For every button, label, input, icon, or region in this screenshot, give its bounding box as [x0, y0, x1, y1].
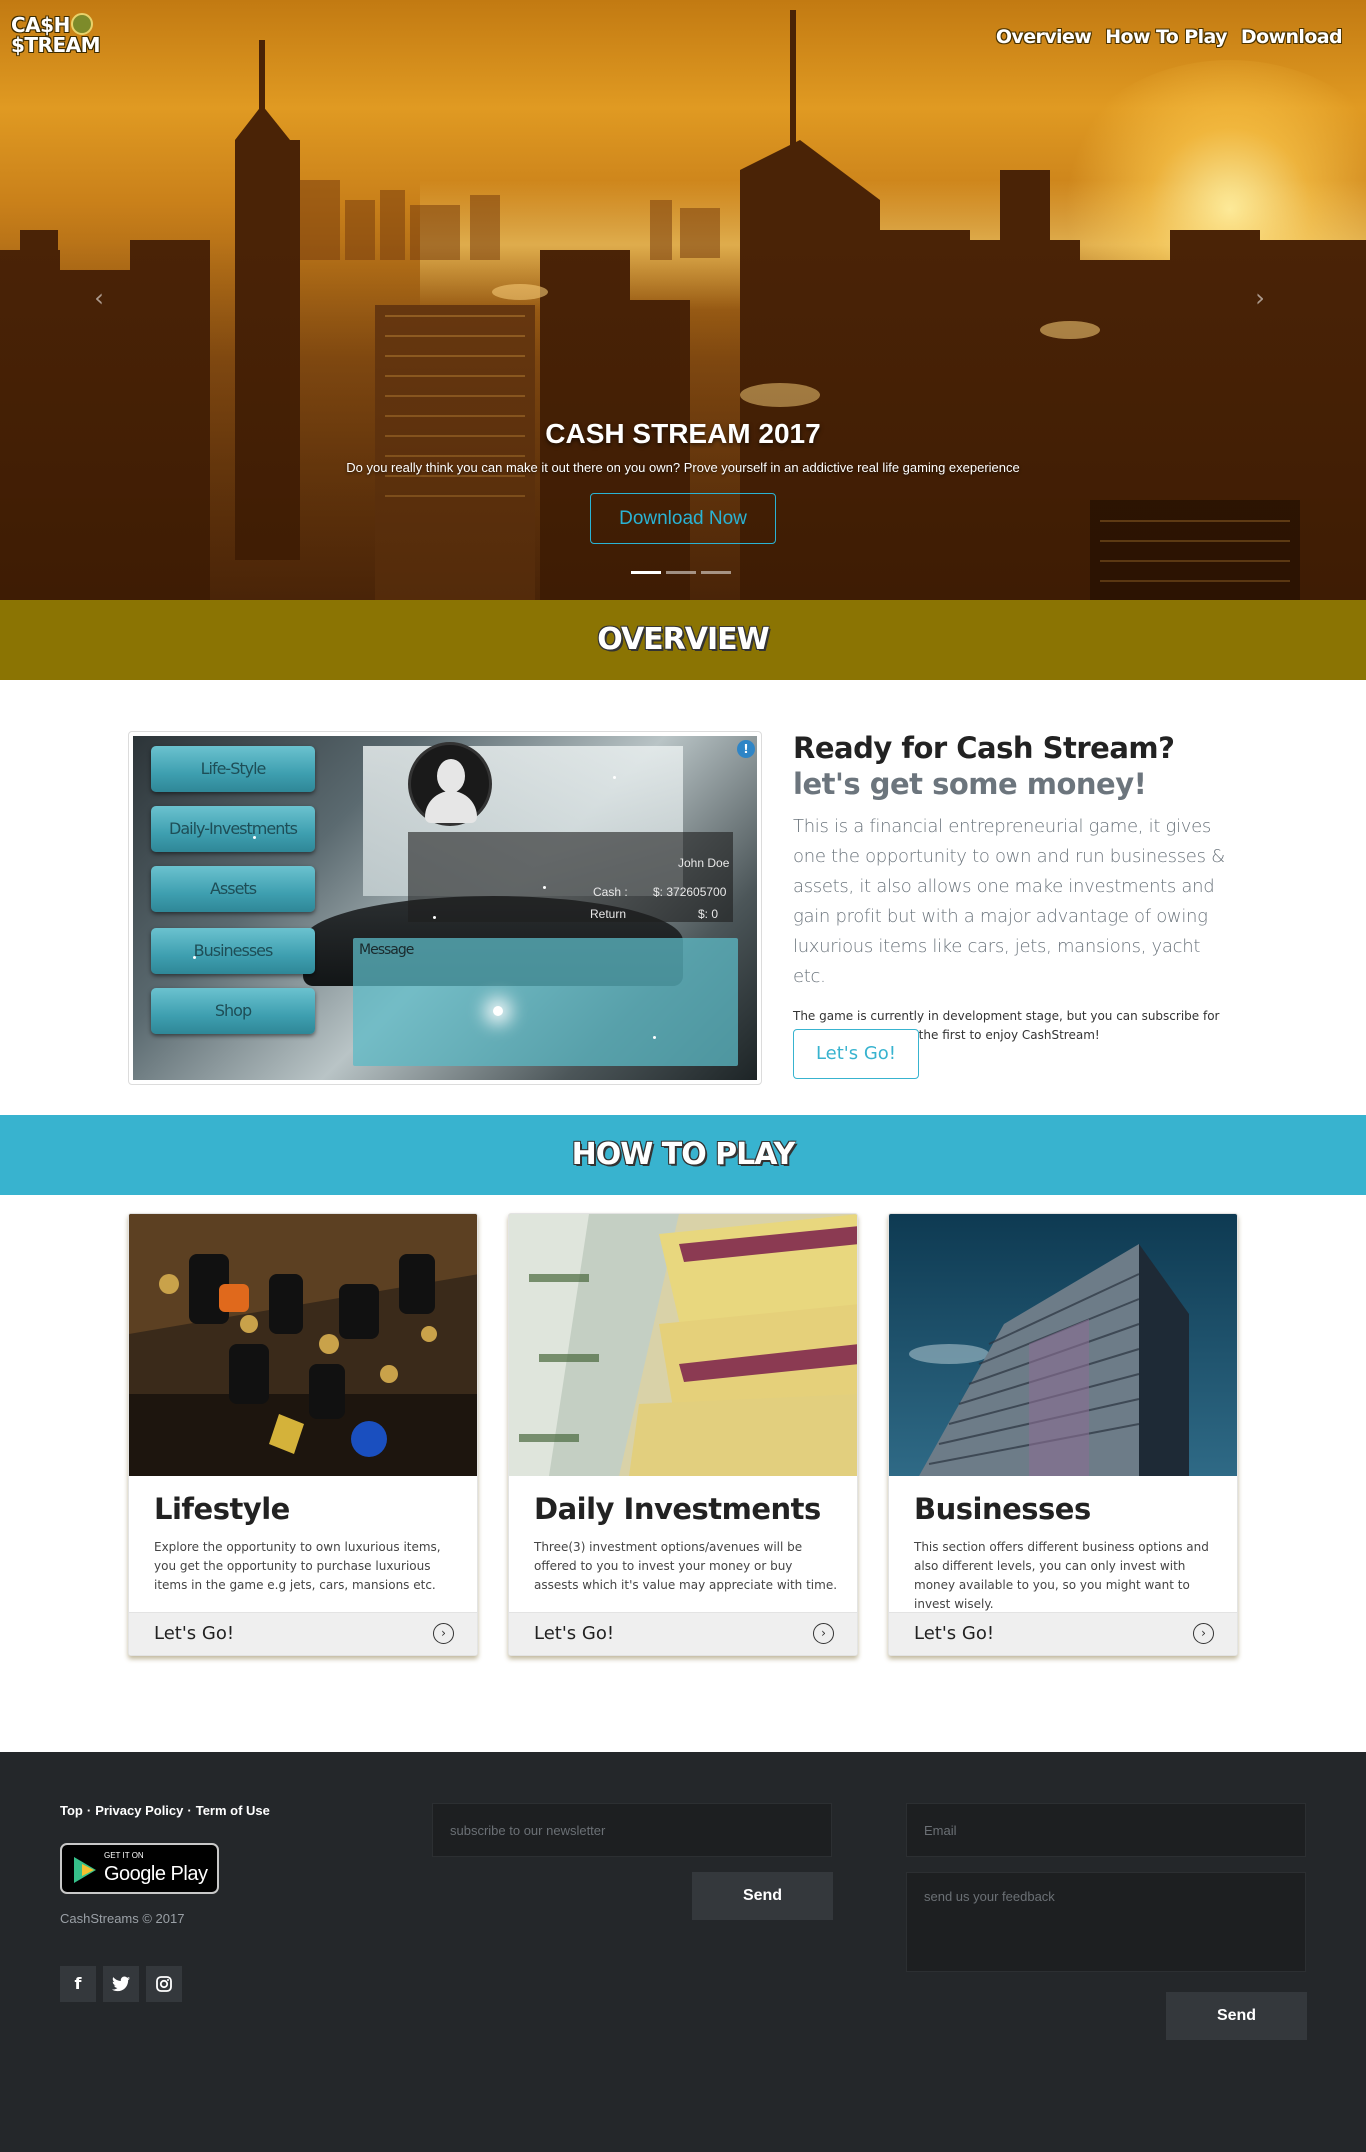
- hero-carousel: CA$H $TREAM Overview How To Play Downloa…: [0, 0, 1366, 600]
- player-avatar-icon: [408, 742, 492, 826]
- overview-band: OVERVIEW: [0, 600, 1366, 680]
- player-info-panel: John Doe Cash : $: 372605700 Return $: 0: [408, 832, 733, 922]
- nav-how-to-play-link[interactable]: How To Play: [1105, 26, 1227, 48]
- copyright: CashStreams © 2017: [60, 1911, 185, 1926]
- overview-heading: Ready for Cash Stream? let's get some mo…: [793, 730, 1238, 802]
- lifestyle-card: Lifestyle Explore the opportunity to own…: [128, 1213, 478, 1656]
- chevron-right-circle-icon[interactable]: ›: [433, 1623, 454, 1644]
- link-separator: ·: [86, 1803, 92, 1818]
- card-text: Three(3) investment options/avenues will…: [534, 1540, 838, 1592]
- hero-title: CASH STREAM 2017: [545, 418, 821, 449]
- sparkle-icon: [613, 776, 616, 779]
- return-value: $: 0: [698, 907, 719, 921]
- google-play-icon-accent: [82, 1864, 94, 1876]
- chevron-right-circle-icon[interactable]: ›: [813, 1623, 834, 1644]
- card-title: Lifestyle: [154, 1492, 290, 1526]
- logo-line-2: $TREAM: [11, 33, 101, 57]
- carousel-indicator-1[interactable]: [631, 571, 661, 574]
- footer-link-privacy-policy[interactable]: Privacy Policy: [95, 1803, 183, 1818]
- return-label: Return: [590, 907, 627, 921]
- how-to-play-band: HOW TO PLAY: [0, 1115, 1366, 1195]
- sparkle-icon: [253, 836, 256, 839]
- newsletter-send-button[interactable]: Send: [692, 1872, 833, 1920]
- nav-download-link[interactable]: Download: [1241, 26, 1343, 48]
- game-screenshot: Life-Style Daily-Investments Assets Busi…: [133, 736, 757, 1080]
- newsletter-input[interactable]: subscribe to our newsletter: [432, 1803, 832, 1857]
- overview-heading-muted: let's get some money!: [793, 767, 1147, 801]
- cash-value: $: 372605700: [653, 885, 727, 899]
- overview-heading-main: Ready for Cash Stream?: [793, 731, 1175, 765]
- carousel-indicator-3[interactable]: [701, 571, 731, 574]
- game-menu-daily-investments: Daily-Investments: [151, 806, 315, 852]
- card-title: Daily Investments: [534, 1492, 821, 1526]
- overview-text: Ready for Cash Stream? let's get some mo…: [793, 730, 1238, 1045]
- carousel-indicator-2[interactable]: [666, 571, 696, 574]
- card-footer[interactable]: Let's Go! ›: [889, 1612, 1237, 1655]
- overview-lets-go-button[interactable]: Let's Go!: [793, 1029, 919, 1079]
- office-building-photo: [889, 1214, 1237, 1476]
- car-keys-photo: [129, 1214, 477, 1476]
- site-footer: Top · Privacy Policy · Term of Use GET IT ON…: [0, 1752, 1366, 2152]
- download-now-button[interactable]: Download Now: [590, 493, 776, 544]
- sparkle-icon: [433, 916, 436, 919]
- hero-subtitle: Do you really think you can make it out …: [346, 460, 1020, 475]
- card-text: Explore the opportunity to own luxurious…: [154, 1540, 441, 1592]
- message-panel: Message: [353, 938, 738, 1066]
- nav-overview-link[interactable]: Overview: [996, 26, 1092, 48]
- savings-bonds-photo: [509, 1214, 857, 1476]
- game-screenshot-frame: Life-Style Daily-Investments Assets Busi…: [128, 731, 762, 1085]
- carousel-prev-icon[interactable]: ‹: [89, 286, 109, 310]
- card-footer-label[interactable]: Let's Go!: [154, 1623, 234, 1644]
- cash-stream-logo[interactable]: CA$H $TREAM: [11, 13, 101, 55]
- google-play-big-text: Google Play: [104, 1863, 208, 1885]
- facebook-icon[interactable]: f: [60, 1966, 96, 2002]
- how-to-play-title: HOW TO PLAY: [571, 1137, 796, 1172]
- card-title: Businesses: [914, 1492, 1091, 1526]
- feedback-send-button[interactable]: Send: [1166, 1992, 1307, 2040]
- card-footer-label[interactable]: Let's Go!: [534, 1623, 614, 1644]
- feedback-textarea[interactable]: send us your feedback: [906, 1872, 1306, 1972]
- game-menu-shop: Shop: [151, 988, 315, 1034]
- player-name: John Doe: [678, 856, 730, 870]
- footer-link-terms-of-use[interactable]: Term of Use: [196, 1803, 270, 1818]
- message-label: Message: [359, 942, 414, 958]
- game-menu-assets: Assets: [151, 866, 315, 912]
- footer-link-top[interactable]: Top: [60, 1803, 83, 1818]
- logo-line-1: CA$H: [11, 13, 70, 37]
- card-footer[interactable]: Let's Go! ›: [129, 1612, 477, 1655]
- info-badge-icon: !: [737, 740, 755, 758]
- businesses-card: Businesses This section offers different…: [888, 1213, 1238, 1656]
- card-footer[interactable]: Let's Go! ›: [509, 1612, 857, 1655]
- cash-label: Cash :: [593, 885, 628, 899]
- email-field[interactable]: Email: [906, 1803, 1306, 1857]
- carousel-indicators: [631, 571, 731, 574]
- overview-title: OVERVIEW: [597, 622, 769, 657]
- sparkle-icon: [493, 1006, 503, 1016]
- game-menu-lifestyle: Life-Style: [151, 746, 315, 792]
- carousel-next-icon[interactable]: ›: [1250, 286, 1270, 310]
- overview-lead: This is a financial entrepreneurial game…: [793, 816, 1225, 987]
- card-text: This section offers different business o…: [914, 1540, 1209, 1611]
- sparkle-icon: [193, 956, 196, 959]
- game-menu-businesses: Businesses: [151, 928, 315, 974]
- google-play-small-text: GET IT ON: [104, 1851, 144, 1860]
- google-play-badge[interactable]: GET IT ON Google Play: [60, 1843, 219, 1894]
- chevron-right-circle-icon[interactable]: ›: [1193, 1623, 1214, 1644]
- daily-investments-card: Daily Investments Three(3) investment op…: [508, 1213, 858, 1656]
- link-separator: ·: [187, 1803, 192, 1818]
- instagram-icon[interactable]: [146, 1966, 182, 2002]
- social-links: f: [60, 1966, 182, 2002]
- twitter-icon[interactable]: [103, 1966, 139, 2002]
- main-nav: Overview How To Play Download: [996, 26, 1343, 48]
- sparkle-icon: [653, 1036, 656, 1039]
- sparkle-icon: [543, 886, 546, 889]
- coin-icon: [71, 13, 93, 35]
- card-footer-label[interactable]: Let's Go!: [914, 1623, 994, 1644]
- footer-links: Top · Privacy Policy · Term of Use: [60, 1803, 270, 1818]
